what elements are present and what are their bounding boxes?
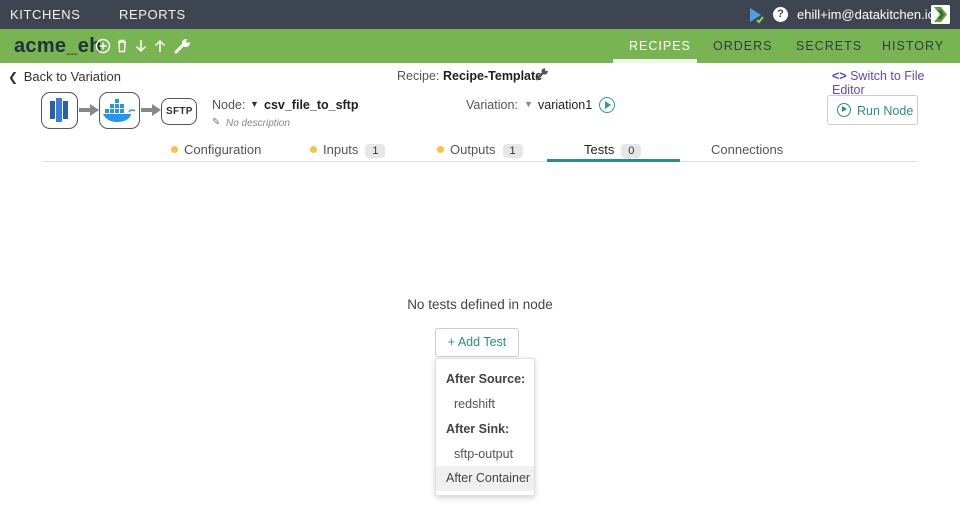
kitchen-bar: acme_eh RECIPES ORDERS SECRETS HISTORY (0, 29, 960, 63)
recipe-name: Recipe-Template (443, 69, 543, 83)
trash-icon[interactable] (114, 38, 130, 54)
active-subtab-indicator (547, 159, 680, 162)
menu-item-redshift[interactable]: redshift (436, 397, 534, 411)
back-to-variation-link[interactable]: ❮ Back to Variation (8, 69, 121, 84)
sftp-label: SFTP (166, 106, 193, 117)
play-circle-icon[interactable] (599, 97, 615, 113)
tab-inputs-label: Inputs (323, 142, 359, 157)
chevron-left-icon: ❮ (8, 70, 19, 84)
redshift-icon (50, 98, 68, 122)
node-label: Node: (212, 98, 246, 112)
menu-header-after-source: After Source: (446, 372, 526, 386)
tab-outputs-label: Outputs (450, 142, 496, 157)
tab-tests-label: Tests (584, 142, 615, 157)
tab-history[interactable]: HISTORY (882, 39, 944, 53)
node-description[interactable]: No description (226, 118, 290, 129)
add-test-menu: After Source: redshift After Sink: sftp-… (435, 358, 535, 496)
menu-header-after-sink: After Sink: (446, 422, 510, 436)
tab-connections[interactable]: Connections (711, 142, 783, 157)
kitchen-name[interactable]: acme_eh (14, 35, 102, 58)
run-node-label: Run Node (857, 104, 914, 118)
tests-count-badge: 0 (621, 144, 642, 158)
redshift-source-node[interactable] (41, 92, 78, 129)
menu-item-after-container[interactable]: After Container (436, 466, 534, 491)
pipeline-arrow-icon (141, 104, 161, 116)
tab-connections-label: Connections (711, 142, 784, 157)
sftp-sink-node[interactable]: SFTP (161, 98, 197, 125)
caret-down-icon[interactable]: ▼ (524, 99, 533, 109)
pencil-icon[interactable]: ✎ (212, 117, 220, 128)
docker-icon (103, 99, 136, 122)
back-link-label: Back to Variation (23, 69, 121, 84)
caret-down-icon[interactable]: ▼ (250, 99, 259, 109)
menu-item-sftp-output[interactable]: sftp-output (436, 447, 534, 461)
docker-container-node[interactable] (99, 92, 140, 129)
tab-outputs[interactable]: Outputs 1 (437, 142, 523, 158)
nav-kitchens[interactable]: KITCHENS (10, 7, 81, 22)
add-test-button[interactable]: + Add Test (435, 328, 519, 357)
tab-orders[interactable]: ORDERS (713, 39, 772, 53)
tab-secrets[interactable]: SECRETS (796, 39, 862, 53)
tab-recipes[interactable]: RECIPES (629, 39, 691, 53)
user-email[interactable]: ehill+im@datakitchen.io (797, 7, 935, 22)
outputs-count-badge: 1 (502, 144, 523, 158)
play-circle-icon (837, 103, 851, 117)
node-selector[interactable]: csv_file_to_sftp (264, 98, 358, 112)
run-order-icon[interactable] (748, 6, 764, 24)
arrow-down-icon[interactable] (133, 38, 149, 54)
top-nav-bar: KITCHENS REPORTS ? ehill+im@datakitchen.… (0, 0, 960, 29)
tab-configuration[interactable]: Configuration (171, 142, 261, 157)
add-circle-icon[interactable] (95, 38, 111, 54)
tab-inputs[interactable]: Inputs 1 (310, 142, 386, 158)
pipeline-arrow-icon (79, 104, 99, 116)
tab-configuration-label: Configuration (184, 142, 262, 157)
switch-to-file-editor-link[interactable]: <> Switch to File Editor (832, 69, 960, 97)
inputs-count-badge: 1 (365, 144, 386, 158)
run-node-button[interactable]: Run Node (827, 95, 918, 125)
status-dot (310, 146, 317, 153)
tab-tests[interactable]: Tests 0 (584, 142, 642, 158)
active-tab-indicator (613, 59, 697, 63)
recipe-label: Recipe: (397, 69, 440, 83)
empty-tests-message: No tests defined in node (407, 297, 553, 312)
help-icon[interactable]: ? (773, 7, 788, 22)
status-dot (437, 146, 444, 153)
recipe-wrench-icon[interactable] (535, 67, 549, 81)
code-icon: <> (832, 69, 847, 83)
nav-reports[interactable]: REPORTS (119, 7, 186, 22)
variation-label: Variation: (466, 98, 518, 112)
datakitchen-logo-icon (931, 5, 950, 24)
status-dot (171, 146, 178, 153)
wrench-icon[interactable] (173, 38, 193, 54)
variation-selector[interactable]: variation1 (538, 98, 592, 112)
arrow-up-icon[interactable] (152, 38, 168, 54)
